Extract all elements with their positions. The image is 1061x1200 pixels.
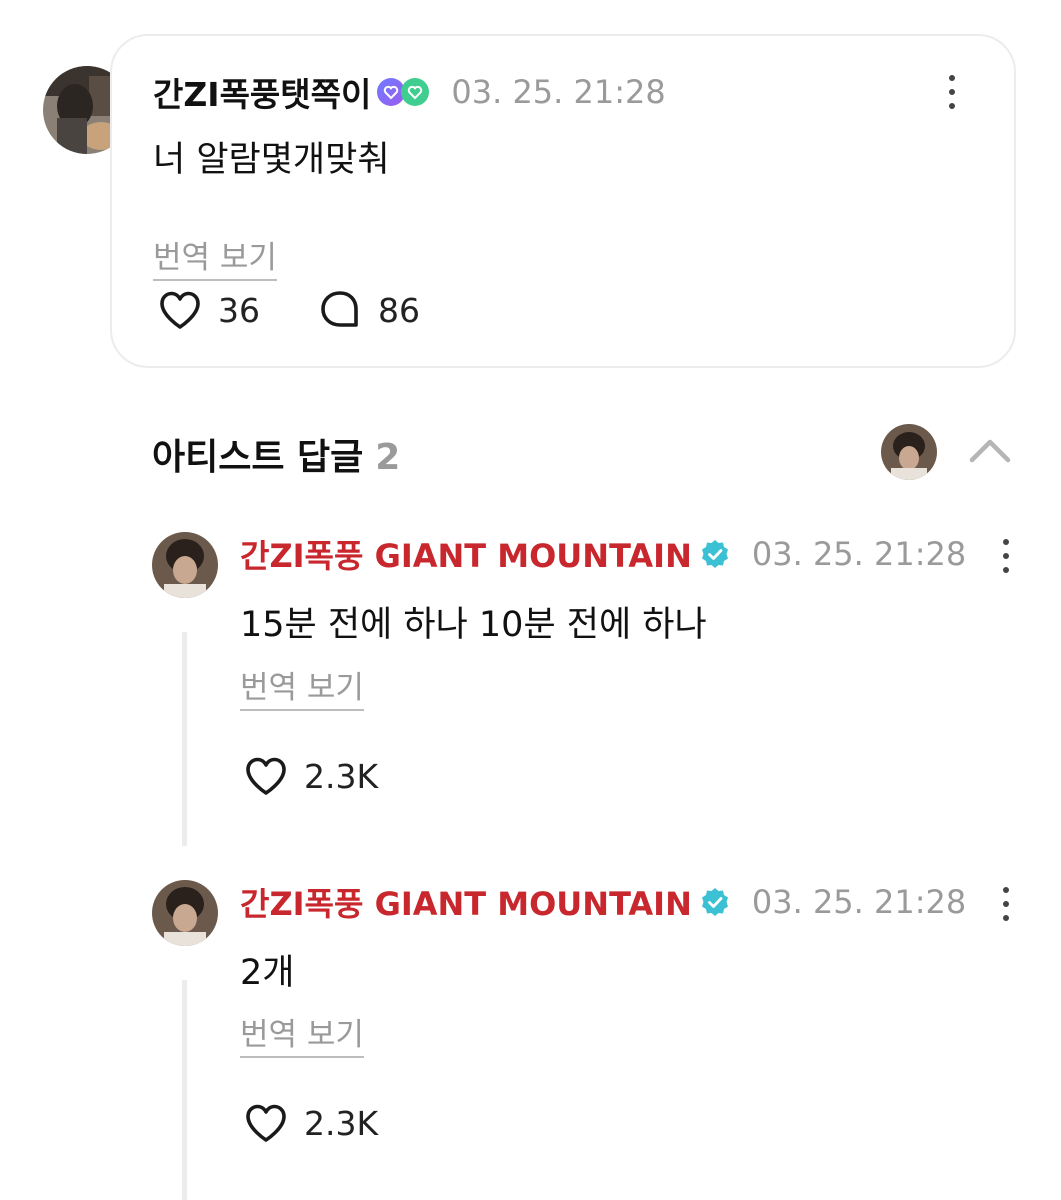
reply-timestamp: 03. 25. 21:28 [751,883,967,921]
reply-header: 간ZI폭풍 GIANT MOUNTAIN 03. 25. 21:28 [240,532,966,576]
reply-thread-line [182,632,187,846]
fan-badges [377,78,430,106]
reply-header: 간ZI폭풍 GIANT MOUNTAIN 03. 25. 21:28 [240,880,966,924]
more-vertical-icon[interactable] [996,536,1016,576]
post-header: 간ZI폭풍탯쪽이 03. 25. 21:28 [153,70,666,114]
heart-icon [160,291,200,329]
reply-like-button[interactable]: 2.3K [242,752,378,800]
artist-avatar-small [881,424,937,480]
heart-icon [246,757,286,795]
reply-translate-button[interactable]: 번역 보기 [240,1009,364,1058]
post-text: 너 알람몇개맞춰 [153,140,390,180]
reply-like-button[interactable]: 2.3K [242,1099,378,1147]
artist-replies-count: 2 [375,437,401,478]
reply-thread-line [182,980,187,1200]
reply-author-avatar[interactable] [152,880,218,946]
reply-timestamp: 03. 25. 21:28 [751,535,967,573]
green-heart-badge-icon [401,78,430,106]
post-author-name[interactable]: 간ZI폭풍탯쪽이 [153,68,371,116]
reply-translate-button[interactable]: 번역 보기 [240,662,364,711]
post-card: 간ZI폭풍탯쪽이 03. 25. 21:28 너 알람몇개맞춰 번역 보기 36… [110,34,1016,368]
more-vertical-icon[interactable] [942,72,962,112]
reply-author-avatar[interactable] [152,532,218,598]
reply-text: 2개 [240,953,295,993]
post-like-count: 36 [218,290,260,330]
artist-replies-title: 아티스트 답글 [152,437,364,478]
verified-badge-icon [701,540,728,568]
post-comment-count: 86 [378,290,420,330]
comment-bubble-icon [321,291,358,327]
reply-author-name[interactable]: 간ZI폭풍 GIANT MOUNTAIN [240,879,692,925]
reply-like-count: 2.3K [304,756,379,796]
post-timestamp: 03. 25. 21:28 [451,73,666,111]
post-like-button[interactable]: 36 [156,286,260,334]
reply-text: 15분 전에 하나 10분 전에 하나 [240,605,707,645]
heart-icon [246,1104,286,1142]
more-vertical-icon[interactable] [996,884,1016,924]
artist-replies-header: 아티스트 답글 2 [152,428,400,480]
reply-author-name[interactable]: 간ZI폭풍 GIANT MOUNTAIN [240,531,692,577]
post-translate-button[interactable]: 번역 보기 [153,232,277,281]
post-comment-button[interactable]: 86 [316,286,420,334]
reply-like-count: 2.3K [304,1103,379,1143]
chevron-up-icon[interactable] [966,430,1014,470]
verified-badge-icon [701,888,728,916]
